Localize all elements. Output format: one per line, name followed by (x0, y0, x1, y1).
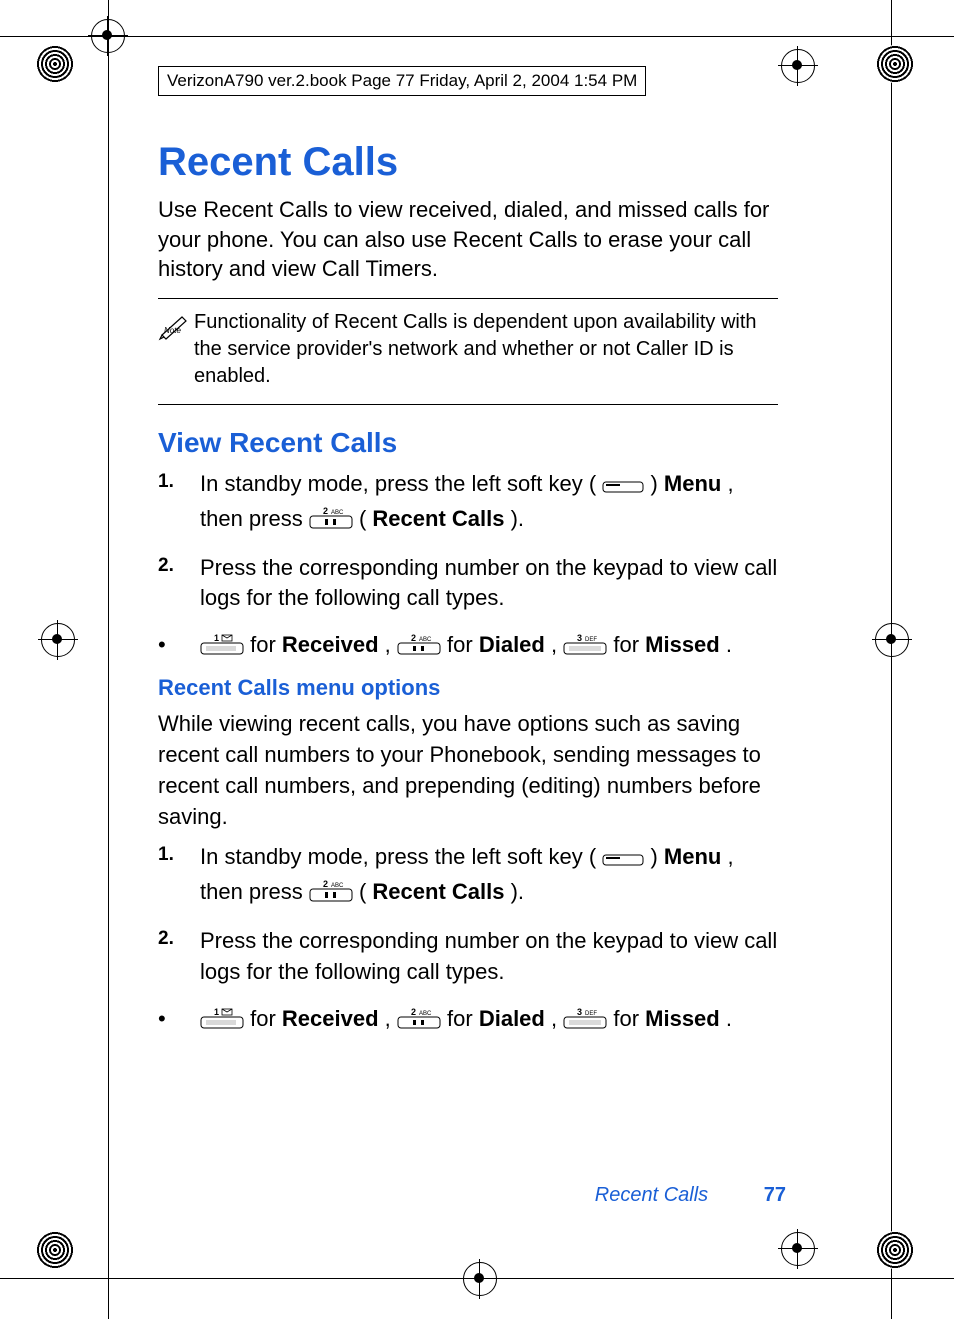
svg-text:1: 1 (214, 1008, 219, 1017)
subsection-heading: Recent Calls menu options (158, 675, 778, 701)
label-dialed: Dialed (479, 1006, 545, 1031)
text: for (250, 1006, 282, 1031)
page-title: Recent Calls (158, 140, 778, 185)
note-block: Note Functionality of Recent Calls is de… (158, 309, 778, 390)
text: Press the corresponding number on the ke… (200, 553, 778, 615)
registration-mark (38, 620, 78, 660)
key-3-icon: 3DEF (563, 1006, 607, 1039)
softkey-icon (602, 473, 644, 504)
page-footer: Recent Calls 77 (0, 1184, 954, 1207)
svg-text:2: 2 (411, 634, 416, 643)
page-content: Recent Calls Use Recent Calls to view re… (158, 140, 778, 1047)
svg-text:2: 2 (411, 1008, 416, 1017)
text: ) (650, 471, 663, 496)
book-page-header: VerizonA790 ver.2.book Page 77 Friday, A… (158, 66, 646, 96)
label-recent-calls: Recent Calls (372, 506, 504, 531)
svg-text:ABC: ABC (331, 883, 344, 889)
key-2-icon: 2ABC (397, 1006, 441, 1039)
text: for (250, 632, 282, 657)
label-dialed: Dialed (479, 632, 545, 657)
corner-ornament (36, 45, 74, 83)
divider (158, 404, 778, 405)
svg-text:ABC: ABC (419, 637, 432, 643)
text: In standby mode, press the left soft key… (200, 844, 602, 869)
label-menu: Menu (664, 844, 721, 869)
label-menu: Menu (664, 471, 721, 496)
svg-text:2: 2 (323, 506, 328, 516)
text: , (551, 1006, 563, 1031)
bullet-item: • 1 for Received , 2ABC for Dialed , 3DE… (158, 628, 778, 665)
svg-text:2: 2 (323, 879, 328, 889)
label-missed: Missed (645, 1006, 720, 1031)
svg-text:DEF: DEF (585, 637, 597, 643)
label-recent-calls: Recent Calls (372, 879, 504, 904)
body-paragraph: While viewing recent calls, you have opt… (158, 709, 778, 832)
key-2-icon: 2ABC (309, 879, 353, 912)
text: In standby mode, press the left soft key… (200, 471, 602, 496)
text: for (447, 632, 479, 657)
key-2-icon: 2ABC (397, 632, 441, 665)
text: , (385, 1006, 397, 1031)
step-number: 2. (158, 553, 200, 615)
steps-list: 1. In standby mode, press the left soft … (158, 842, 778, 987)
text: ). (511, 506, 524, 531)
step-number: 1. (158, 842, 200, 912)
footer-section-label: Recent Calls (595, 1184, 708, 1206)
step-number: 2. (158, 926, 200, 988)
text: . (726, 1006, 732, 1031)
text: ). (511, 879, 524, 904)
svg-text:Note: Note (164, 326, 181, 335)
note-icon: Note (158, 309, 194, 346)
text: , (551, 632, 563, 657)
text: . (726, 632, 732, 657)
bullet-icon: • (158, 1002, 200, 1039)
text: , (385, 632, 397, 657)
step-item: 1. In standby mode, press the left soft … (158, 842, 778, 912)
step-number: 1. (158, 469, 200, 539)
steps-list: 1. In standby mode, press the left soft … (158, 469, 778, 614)
svg-text:ABC: ABC (331, 510, 344, 516)
bullet-list: • 1 for Received , 2ABC for Dialed , 3DE… (158, 1002, 778, 1039)
bullet-list: • 1 for Received , 2ABC for Dialed , 3DE… (158, 628, 778, 665)
corner-ornament (36, 1231, 74, 1269)
text: for (447, 1006, 479, 1031)
registration-mark (778, 46, 818, 86)
text: ( (359, 506, 366, 531)
bullet-icon: • (158, 628, 200, 665)
divider (158, 298, 778, 299)
text: for (613, 632, 645, 657)
bullet-item: • 1 for Received , 2ABC for Dialed , 3DE… (158, 1002, 778, 1039)
text: for (613, 1006, 645, 1031)
step-item: 2. Press the corresponding number on the… (158, 553, 778, 615)
section-heading: View Recent Calls (158, 427, 778, 459)
key-3-icon: 3DEF (563, 632, 607, 665)
svg-text:DEF: DEF (585, 1011, 597, 1017)
label-received: Received (282, 632, 379, 657)
note-text: Functionality of Recent Calls is depende… (194, 309, 778, 390)
svg-text:1: 1 (214, 634, 219, 643)
step-item: 1. In standby mode, press the left soft … (158, 469, 778, 539)
registration-mark (872, 620, 912, 660)
key-1-icon: 1 (200, 1006, 244, 1039)
registration-mark (460, 1259, 500, 1299)
svg-text:3: 3 (577, 634, 582, 643)
key-2-icon: 2ABC (309, 506, 353, 539)
label-received: Received (282, 1006, 379, 1031)
intro-paragraph: Use Recent Calls to view received, diale… (158, 195, 778, 284)
text: Press the corresponding number on the ke… (200, 926, 778, 988)
corner-ornament (876, 1231, 914, 1269)
registration-mark (88, 16, 128, 56)
softkey-icon (602, 846, 644, 877)
text: ) (650, 844, 663, 869)
svg-text:ABC: ABC (419, 1011, 432, 1017)
corner-ornament (876, 45, 914, 83)
step-item: 2. Press the corresponding number on the… (158, 926, 778, 988)
svg-text:3: 3 (577, 1008, 582, 1017)
text: ( (359, 879, 366, 904)
label-missed: Missed (645, 632, 720, 657)
registration-mark (778, 1229, 818, 1269)
page-number: 77 (764, 1184, 786, 1206)
key-1-icon: 1 (200, 632, 244, 665)
